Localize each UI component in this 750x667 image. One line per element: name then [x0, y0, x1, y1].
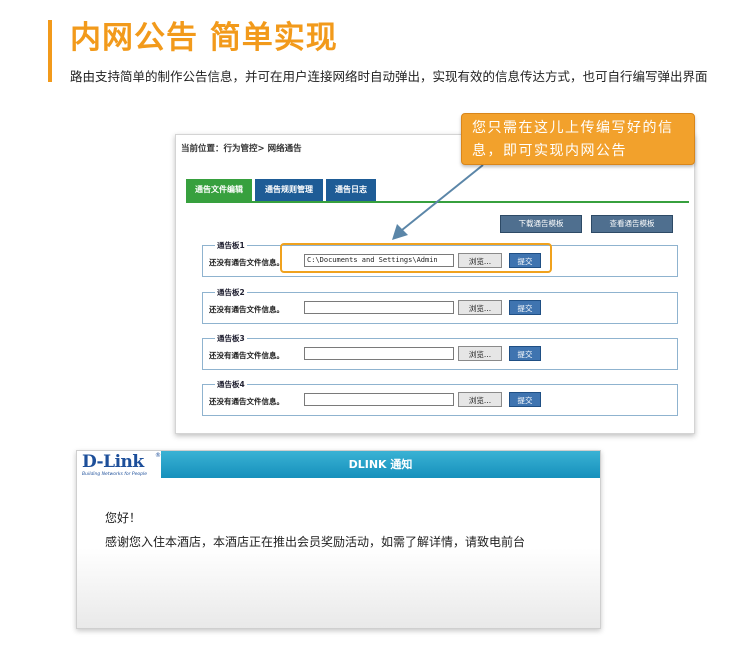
popup-greeting: 您好！: [105, 511, 142, 525]
tab-notice-log[interactable]: 通告日志: [326, 179, 376, 201]
submit-button[interactable]: 提交: [509, 346, 541, 361]
board-status-label: 还没有通告文件信息。: [209, 258, 284, 267]
notice-board-2: 通告板2 还没有通告文件信息。 浏览... 提交: [202, 287, 678, 324]
page-title: 内网公告 简单实现: [70, 20, 338, 56]
browse-button[interactable]: 浏览...: [458, 392, 502, 407]
page-subtitle: 路由支持简单的制作公告信息，并可在用户连接网络时自动弹出，实现有效的信息传达方式…: [70, 69, 708, 84]
file-path-input[interactable]: [304, 301, 454, 314]
callout-box: 您只需在这儿上传编写好的信 息，即可实现内网公告: [461, 113, 695, 165]
tab-notice-file-edit[interactable]: 通告文件编辑: [186, 179, 252, 203]
tab-underline: [186, 201, 689, 203]
board-legend: 通告板4: [215, 379, 247, 390]
browse-button[interactable]: 浏览...: [458, 346, 502, 361]
view-template-button[interactable]: 查看通告模板: [591, 215, 673, 233]
page-header: 内网公告 简单实现 路由支持简单的制作公告信息，并可在用户连接网络时自动弹出，实…: [48, 20, 728, 84]
board-status-label: 还没有通告文件信息。: [209, 351, 284, 360]
download-template-button[interactable]: 下载通告模板: [500, 215, 582, 233]
popup-title: DLINK 通知: [348, 458, 413, 471]
dlink-logo: D-Link ® Building Networks for People: [77, 451, 161, 478]
header-accent-bar: [48, 20, 52, 82]
board-status-label: 还没有通告文件信息。: [209, 397, 284, 406]
board-legend: 通告板3: [215, 333, 247, 344]
notice-board-3: 通告板3 还没有通告文件信息。 浏览... 提交: [202, 333, 678, 370]
logo-text: D-Link: [82, 452, 144, 472]
callout-line-2: 息，即可实现内网公告: [472, 143, 627, 159]
breadcrumb: 当前位置：行为管控> 网络通告: [181, 144, 302, 154]
board-status-label: 还没有通告文件信息。: [209, 305, 284, 314]
board-legend: 通告板2: [215, 287, 247, 298]
popup-message: 感谢您入住本酒店，本酒店正在推出会员奖励活动，如需了解详情，请致电前台: [105, 535, 526, 549]
upload-highlight-frame: [280, 243, 552, 273]
callout-line-1: 您只需在这儿上传编写好的信: [472, 120, 674, 136]
notice-settings-panel: 当前位置：行为管控> 网络通告 通告文件编辑 通告规则管理 通告日志 下载通告模…: [175, 134, 695, 434]
notification-popup: D-Link ® Building Networks for People DL…: [76, 450, 601, 629]
popup-header: D-Link ® Building Networks for People DL…: [77, 451, 600, 478]
board-legend: 通告板1: [215, 240, 247, 251]
notice-board-4: 通告板4 还没有通告文件信息。 浏览... 提交: [202, 379, 678, 416]
logo-tagline: Building Networks for People: [82, 472, 147, 477]
popup-titlebar: DLINK 通知: [161, 451, 600, 478]
tab-notice-rule-management[interactable]: 通告规则管理: [255, 179, 323, 201]
browse-button[interactable]: 浏览...: [458, 300, 502, 315]
submit-button[interactable]: 提交: [509, 300, 541, 315]
submit-button[interactable]: 提交: [509, 392, 541, 407]
file-path-input[interactable]: [304, 347, 454, 360]
file-path-input[interactable]: [304, 393, 454, 406]
